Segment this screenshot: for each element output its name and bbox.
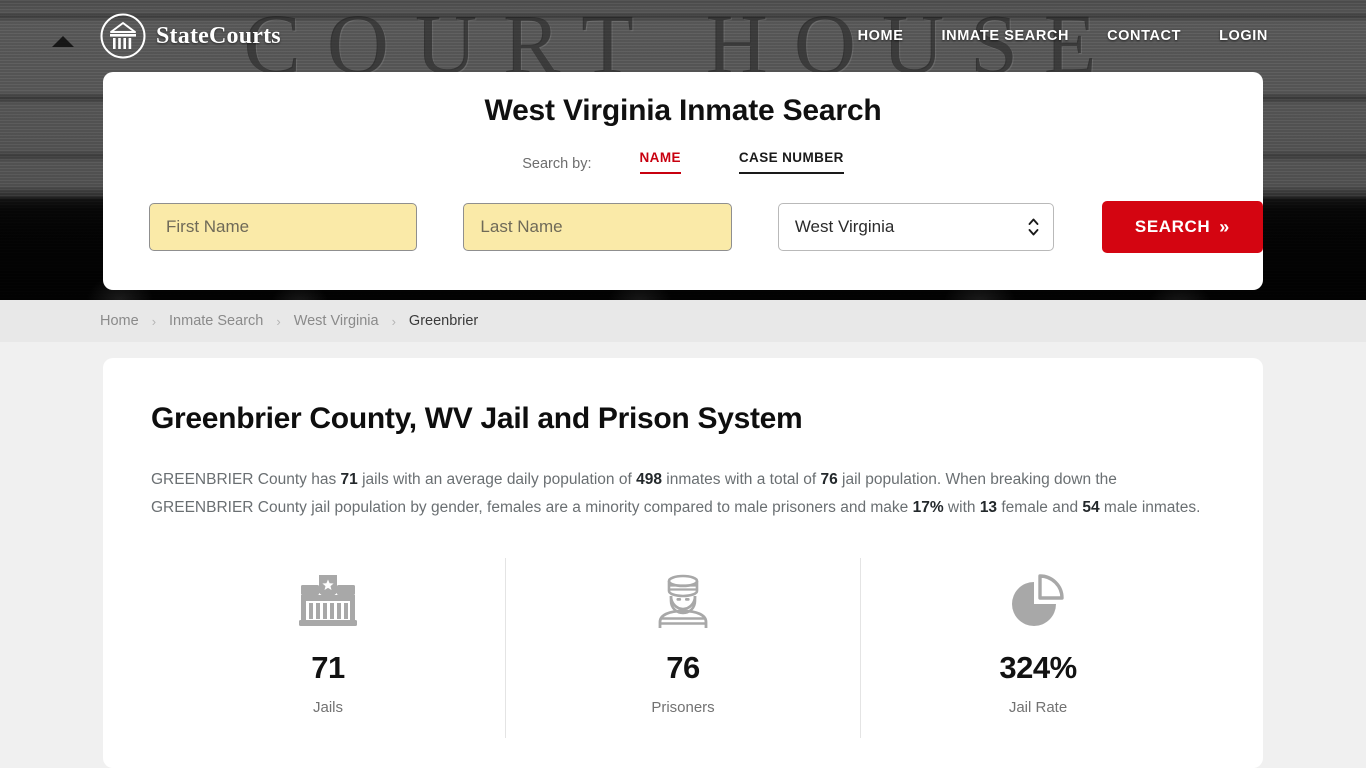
search-by-row: Search by: NAME CASE NUMBER — [103, 150, 1263, 174]
double-chevron-right-icon: » — [1219, 217, 1230, 237]
search-button-label: SEARCH — [1134, 217, 1211, 236]
nav-item-login[interactable]: LOGIN — [1219, 22, 1268, 50]
intro-text-6: female and — [997, 499, 1083, 516]
search-card-title: West Virginia Inmate Search — [484, 94, 882, 127]
stat-value-jail-rate: 324% — [999, 650, 1077, 685]
hero-header: COURT HOUSE StateCourts HOME INMATE SEAR… — [0, 0, 1366, 300]
inmate-search-card: West Virginia Inmate Search Search by: N… — [103, 72, 1263, 290]
stat-label-prisoners: Prisoners — [651, 699, 715, 716]
stat-card-jails: 71 Jails — [151, 558, 505, 738]
stat-label-jails: Jails — [312, 699, 343, 716]
pie-chart-icon — [861, 570, 1215, 632]
brand-name: StateCourts — [156, 22, 281, 49]
intro-text-2: jails with an average daily population o… — [357, 471, 637, 488]
stat-label-jail-rate: Jail Rate — [1008, 699, 1068, 716]
stat-average-daily-population-inline: 498 — [636, 471, 662, 488]
nav-item-home[interactable]: HOME — [858, 22, 904, 50]
stat-female-count-inline: 13 — [979, 499, 998, 516]
breadcrumb-item-inmate-search[interactable]: Inmate Search — [169, 313, 263, 329]
stat-total-jail-population-inline: 76 — [820, 471, 838, 488]
tab-search-by-case-number[interactable]: CASE NUMBER — [738, 150, 844, 174]
breadcrumb-item-home[interactable]: Home — [100, 313, 139, 329]
stat-jails-inline: 71 — [340, 471, 358, 488]
prisoner-icon — [506, 570, 860, 632]
intro-text-3: inmates with a total of — [661, 471, 821, 488]
breadcrumb-separator-icon: › — [276, 313, 281, 329]
search-by-label: Search by: — [522, 156, 592, 172]
last-name-input[interactable] — [463, 203, 732, 251]
courthouse-circle-icon — [100, 13, 146, 59]
page-title: Greenbrier County, WV Jail and Prison Sy… — [151, 402, 803, 435]
search-button[interactable]: SEARCH » — [1101, 201, 1263, 253]
breadcrumb: Home › Inmate Search › West Virginia › G… — [0, 300, 1366, 342]
county-summary-paragraph: GREENBRIER County has 71 jails with an a… — [151, 466, 1213, 522]
first-name-input[interactable] — [149, 203, 418, 251]
breadcrumb-item-greenbrier: Greenbrier — [408, 313, 479, 329]
state-select-wrapper: West Virginia — [777, 203, 1054, 251]
stat-card-prisoners: 76 Prisoners — [505, 558, 860, 738]
state-select-value: West Virginia — [794, 217, 895, 236]
page-body: Greenbrier County, WV Jail and Prison Sy… — [0, 342, 1366, 768]
breadcrumb-item-west-virginia[interactable]: West Virginia — [294, 313, 379, 329]
stat-card-jail-rate: 324% Jail Rate — [860, 558, 1215, 738]
brand-logo-link[interactable]: StateCourts — [100, 13, 281, 59]
stat-male-count-inline: 54 — [1082, 499, 1100, 516]
breadcrumb-separator-icon: › — [151, 313, 157, 329]
stat-value-jails: 71 — [311, 650, 345, 685]
main-nav: HOME INMATE SEARCH CONTACT LOGIN — [820, 22, 1268, 50]
intro-text-7: male inmates. — [1099, 499, 1201, 516]
intro-text-1: GREENBRIER County has — [151, 471, 341, 488]
tab-search-by-name[interactable]: NAME — [639, 150, 681, 174]
stats-row: 71 Jails 76 Prisoners 324% Jail Rate — [151, 558, 1215, 738]
stat-female-percent-inline: 17% — [912, 499, 944, 516]
intro-text-5: with — [943, 499, 980, 516]
inmate-search-form: West Virginia SEARCH » — [103, 201, 1263, 253]
nav-item-contact[interactable]: CONTACT — [1107, 22, 1181, 50]
top-navigation-bar: StateCourts HOME INMATE SEARCH CONTACT L… — [0, 0, 1366, 72]
jail-building-icon — [151, 570, 505, 632]
county-info-card: Greenbrier County, WV Jail and Prison Sy… — [103, 358, 1263, 768]
stat-value-prisoners: 76 — [666, 650, 700, 685]
state-select[interactable]: West Virginia — [777, 203, 1054, 251]
nav-item-inmate-search[interactable]: INMATE SEARCH — [942, 22, 1070, 50]
breadcrumb-separator-icon: › — [391, 313, 396, 329]
